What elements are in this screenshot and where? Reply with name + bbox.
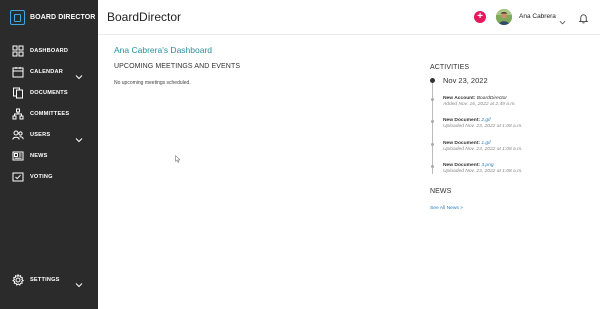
timeline-dot: [431, 98, 434, 101]
sidebar-item-users[interactable]: USERS: [0, 126, 98, 144]
chevron-down-icon[interactable]: [75, 131, 83, 143]
document-link[interactable]: 1.gif: [481, 141, 490, 146]
sidebar-item-label: VOTING: [30, 174, 53, 180]
users-icon: [12, 129, 24, 141]
sidebar-item-label: COMMITTEES: [30, 111, 70, 117]
top-header: BoardDirector + Ana Cabrera: [98, 0, 600, 35]
sidebar-item-voting[interactable]: VOTING: [0, 168, 98, 186]
mouse-cursor-icon: [175, 150, 181, 163]
activity-title: New Document: 3.png: [443, 163, 494, 168]
sidebar-item-documents[interactable]: DOCUMENTS: [0, 84, 98, 102]
sidebar-item-label: USERS: [30, 132, 51, 138]
document-link[interactable]: 2.gif: [481, 118, 490, 123]
sidebar-item-calendar[interactable]: CALENDAR: [0, 63, 98, 81]
sidebar-item-committees[interactable]: COMMITTEES: [0, 105, 98, 123]
empty-meetings-text: No upcoming meetings scheduled.: [114, 80, 191, 86]
timeline-date-marker: [430, 78, 435, 83]
sidebar-item-label: CALENDAR: [30, 69, 63, 75]
brand-name: BOARD DIRECTOR: [30, 14, 96, 21]
timeline-dot: [431, 143, 434, 146]
activity-label: New Account:: [443, 96, 476, 101]
document-link[interactable]: 3.png: [481, 163, 493, 168]
committees-icon: [12, 108, 24, 120]
activity-date: Nov 23, 2022: [443, 76, 488, 85]
meetings-section-title: UPCOMING MEETINGS AND EVENTS: [114, 63, 241, 70]
gear-icon: [12, 274, 24, 286]
chevron-down-icon[interactable]: [75, 276, 83, 288]
board-director-logo-icon: [10, 10, 25, 25]
chevron-down-icon[interactable]: [75, 68, 83, 80]
activity-subtitle: Uploaded Nov. 23, 2022 at 1:08 a.m.: [443, 169, 523, 174]
activity-subtitle: Uploaded Nov. 23, 2022 at 1:08 a.m.: [443, 124, 523, 129]
activities-section-title: ACTIVITIES: [430, 64, 470, 71]
sidebar-item-label: SETTINGS: [30, 277, 60, 283]
activity-subtitle: Added Nov. 16, 2022 at 2:49 a.m.: [443, 102, 516, 107]
sidebar-item-settings[interactable]: SETTINGS: [0, 271, 98, 289]
activity-label: New Document:: [443, 141, 480, 146]
bell-icon[interactable]: [578, 11, 589, 24]
sidebar-item-label: DOCUMENTS: [30, 90, 68, 96]
sidebar-item-dashboard[interactable]: DASHBOARD: [0, 42, 98, 60]
activity-title: New Document: 2.gif: [443, 118, 491, 123]
avatar[interactable]: [496, 9, 512, 25]
app-title: BoardDirector: [107, 10, 182, 24]
timeline-dot: [431, 165, 434, 168]
activity-title: New Document: 1.gif: [443, 141, 491, 146]
sidebar-item-news[interactable]: NEWS: [0, 147, 98, 165]
timeline-line: [432, 82, 433, 174]
timeline-dot: [431, 120, 434, 123]
activity-title: New Account: BoardDirector: [443, 96, 507, 101]
documents-icon: [12, 87, 24, 99]
news-icon: [12, 150, 24, 162]
brand[interactable]: BOARD DIRECTOR: [10, 10, 95, 25]
activity-target: BoardDirector: [476, 96, 507, 101]
user-name[interactable]: Ana Cabrera: [519, 13, 556, 20]
chevron-down-icon[interactable]: [559, 13, 566, 25]
news-section-title: NEWS: [430, 188, 452, 195]
add-button[interactable]: +: [474, 11, 486, 23]
page-title: Ana Cabrera's Dashboard: [114, 45, 213, 55]
sidebar: BOARD DIRECTOR DASHBOARD CALENDAR DOCUME…: [0, 0, 98, 309]
activity-label: New Document:: [443, 163, 480, 168]
activity-label: New Document:: [443, 118, 480, 123]
activity-subtitle: Uploaded Nov. 23, 2022 at 1:08 a.m.: [443, 147, 523, 152]
voting-icon: [12, 171, 24, 183]
sidebar-item-label: DASHBOARD: [30, 48, 69, 54]
sidebar-item-label: NEWS: [30, 153, 48, 159]
see-all-news-link[interactable]: See All News >: [430, 206, 463, 211]
calendar-icon: [12, 66, 24, 78]
dashboard-icon: [12, 45, 24, 57]
